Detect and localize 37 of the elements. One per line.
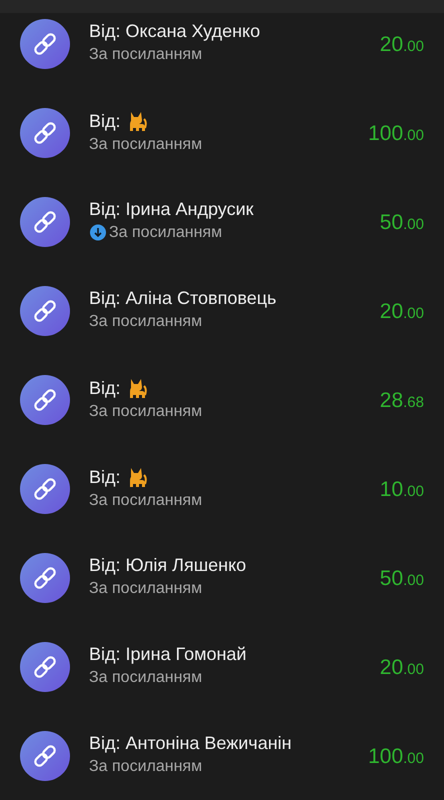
amount: 100.00 xyxy=(368,745,424,769)
amount: 10.00 xyxy=(380,478,424,502)
amount: 50.00 xyxy=(380,211,424,235)
sender-name: Від: Оксана Худенко xyxy=(89,21,260,42)
payment-method: За посиланням xyxy=(89,669,202,687)
link-icon xyxy=(20,197,70,247)
sender-name: Від: xyxy=(89,466,121,488)
amount: 20.00 xyxy=(380,33,424,57)
amount: 20.00 xyxy=(380,300,424,324)
sender-name: Від: Ірина Андрусик xyxy=(89,199,254,220)
sender-name: Від: Ірина Гомонай xyxy=(89,644,246,665)
link-icon xyxy=(20,553,70,603)
link-icon xyxy=(20,286,70,336)
payment-method: За посиланням xyxy=(89,492,202,510)
sender-name: Від: Аліна Стовповець xyxy=(89,288,276,309)
download-icon xyxy=(89,224,107,242)
link-icon xyxy=(20,731,70,781)
sender-name: Від: xyxy=(89,110,121,132)
payment-method: За посиланням xyxy=(89,313,202,331)
link-icon xyxy=(20,108,70,158)
amount: 28.68 xyxy=(380,389,424,413)
amount: 100.00 xyxy=(368,122,424,146)
payment-method: За посиланням xyxy=(89,46,202,64)
sender-name: Від: xyxy=(89,378,121,398)
link-icon xyxy=(20,464,70,514)
payment-method: За посиланням xyxy=(89,758,202,776)
payment-method: За посиланням xyxy=(89,403,202,421)
payment-method: За посиланням xyxy=(109,224,222,242)
sender-name: Від: Антоніна Вежичанін xyxy=(89,733,292,754)
amount: 20.00 xyxy=(380,656,424,680)
link-icon xyxy=(20,642,70,692)
sender-name: Від: Юлія Ляшенко xyxy=(89,555,246,576)
amount: 50.00 xyxy=(380,567,424,591)
link-icon xyxy=(20,375,70,425)
link-icon xyxy=(20,19,70,69)
payment-method: За посиланням xyxy=(89,580,202,598)
payment-method: За посиланням xyxy=(89,136,202,154)
